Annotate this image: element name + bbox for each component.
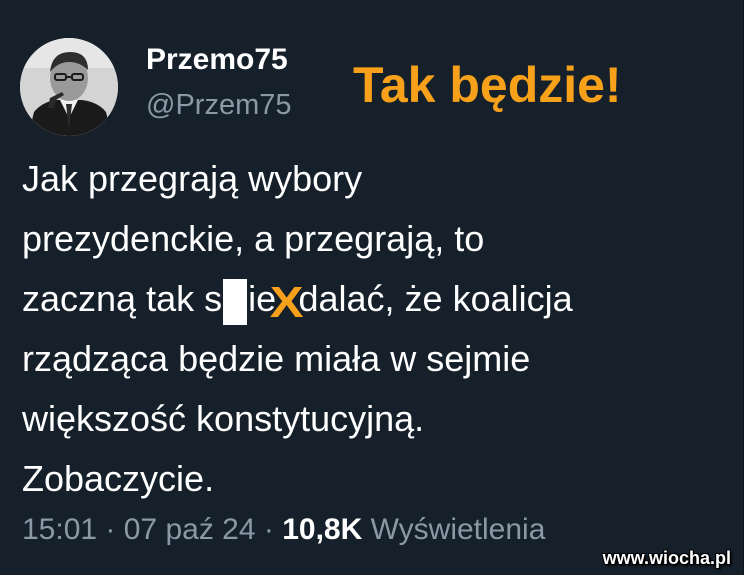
overlay-headline: Tak będzie!: [353, 57, 622, 113]
author-handle[interactable]: @Przem75: [146, 88, 291, 122]
censor-box: [223, 279, 248, 325]
tweet-line: Jak przegrają wybory: [22, 158, 363, 199]
tweet-line: większość konstytucyjną.: [22, 398, 425, 439]
tweet-card: Przemo75 @Przem75 Tak będzie! Jak przegr…: [0, 0, 744, 575]
tweet-meta: 15:01 · 07 paź 24 · 10,8K Wyświetlenia: [22, 510, 545, 550]
tweet-line-part: zaczną tak s: [22, 278, 223, 319]
tweet-line: rządząca będzie miała w sejmie: [22, 338, 531, 379]
meta-separator: ·: [255, 513, 283, 546]
profile-photo-icon: [20, 38, 118, 136]
tweet-line: Zobaczycie.: [22, 458, 215, 499]
tweet-date[interactable]: 07 paź 24: [124, 513, 256, 546]
site-watermark: www.wiocha.pl: [602, 548, 731, 568]
views-label: Wyświetlenia: [370, 513, 546, 546]
author-display-name[interactable]: Przemo75: [146, 42, 288, 78]
tweet-text: Jak przegrają wybory prezydenckie, a prz…: [22, 149, 722, 509]
tweet-line: prezydenckie, a przegrają, to: [22, 218, 485, 259]
tweet-line-censored: zaczną tak s ieXdalać, że koalicja: [22, 269, 722, 329]
censor-x-mark: X: [269, 278, 304, 327]
views-count: 10,8K: [282, 513, 363, 546]
avatar[interactable]: [20, 38, 118, 136]
tweet-line-part: dalać, że koalicja: [298, 278, 573, 319]
meta-separator: ·: [97, 513, 124, 546]
tweet-time[interactable]: 15:01: [22, 513, 97, 546]
